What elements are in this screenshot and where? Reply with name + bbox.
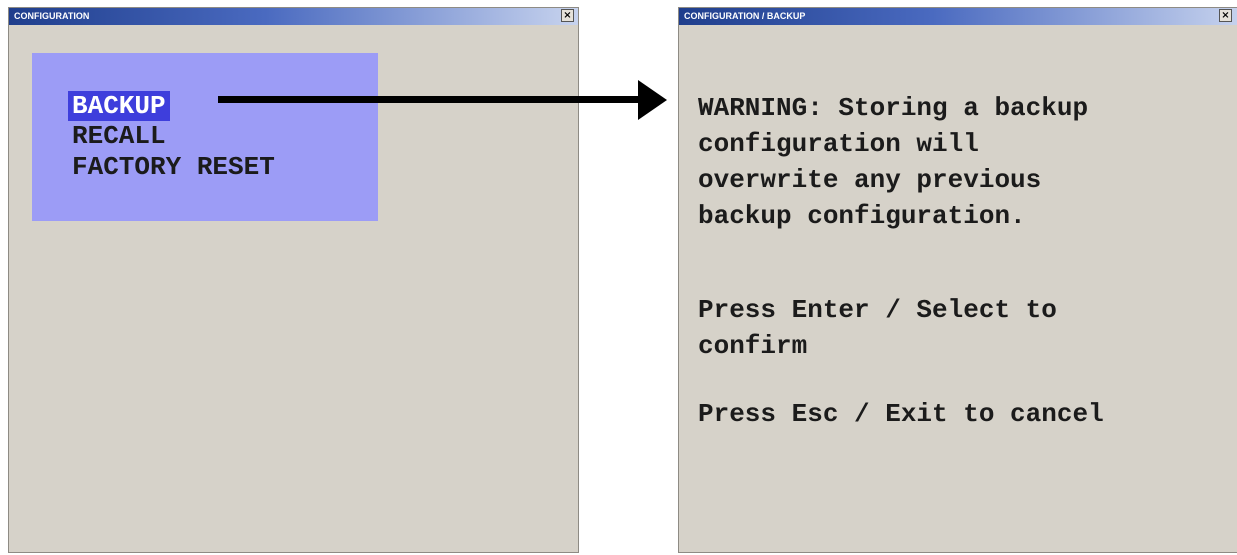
backup-warning-message: WARNING: Storing a backup configuration … xyxy=(698,93,1089,231)
configuration-backup-window-title: CONFIGURATION / BACKUP xyxy=(684,11,806,21)
menu-item-recall[interactable]: RECALL xyxy=(72,121,166,151)
right-arrow-icon xyxy=(218,80,667,120)
configuration-backup-titlebar: CONFIGURATION / BACKUP × xyxy=(679,8,1237,25)
close-icon[interactable]: × xyxy=(1219,9,1232,22)
close-icon[interactable]: × xyxy=(561,9,574,22)
configuration-backup-window: CONFIGURATION / BACKUP × WARNING: Storin… xyxy=(678,7,1237,553)
cancel-instruction: Press Esc / Exit to cancel xyxy=(698,399,1104,429)
configuration-titlebar: CONFIGURATION × xyxy=(9,8,578,25)
menu-item-backup[interactable]: BACKUP xyxy=(68,91,170,121)
confirm-instruction: Press Enter / Select to confirm xyxy=(698,295,1057,361)
configuration-window-title: CONFIGURATION xyxy=(14,11,90,21)
